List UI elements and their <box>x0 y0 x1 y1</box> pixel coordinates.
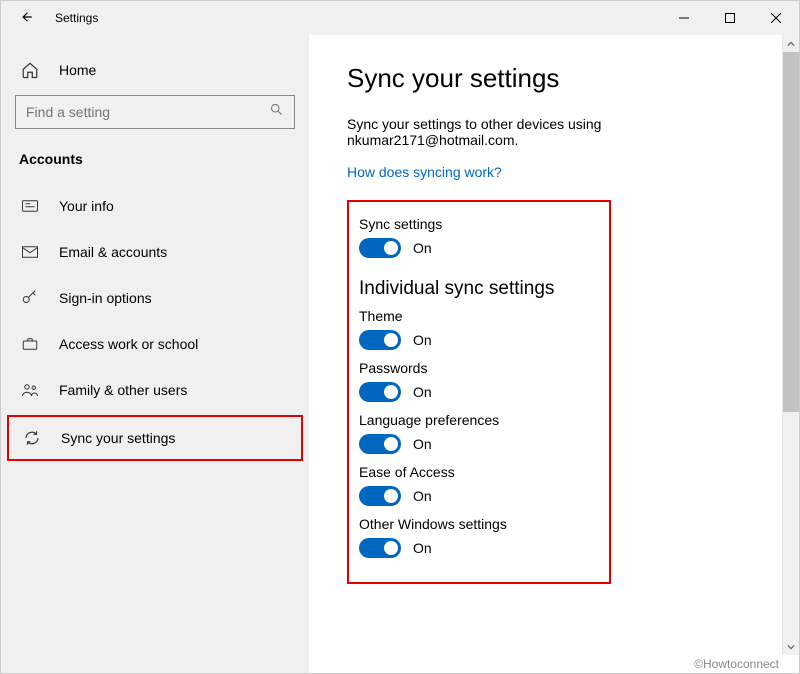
toggle-state: On <box>413 332 432 348</box>
toggle-state: On <box>413 436 432 452</box>
section-heading: Individual sync settings <box>359 278 599 300</box>
people-icon <box>19 381 41 399</box>
toggle-state: On <box>413 240 432 256</box>
page-title: Sync your settings <box>347 63 775 94</box>
close-button[interactable] <box>753 1 799 35</box>
close-icon <box>771 13 781 23</box>
briefcase-icon <box>19 335 41 353</box>
sidebar-item-family-users[interactable]: Family & other users <box>1 367 309 413</box>
window-title: Settings <box>55 11 98 25</box>
key-icon <box>19 289 41 307</box>
sidebar-item-label: Email & accounts <box>59 244 167 260</box>
sidebar-item-your-info[interactable]: Your info <box>1 183 309 229</box>
arrow-left-icon <box>20 10 34 24</box>
toggle-sync-settings[interactable] <box>359 238 401 258</box>
page-subtext: Sync your settings to other devices usin… <box>347 116 775 148</box>
help-link[interactable]: How does syncing work? <box>347 164 502 180</box>
minimize-button[interactable] <box>661 1 707 35</box>
titlebar: Settings <box>1 1 799 35</box>
watermark: ©Howtoconnect <box>694 657 779 671</box>
toggle-passwords[interactable] <box>359 382 401 402</box>
sidebar-home[interactable]: Home <box>1 51 309 89</box>
sync-icon <box>21 429 43 447</box>
sidebar-item-sign-in-options[interactable]: Sign-in options <box>1 275 309 321</box>
toggle-language[interactable] <box>359 434 401 454</box>
sidebar-item-sync-settings[interactable]: Sync your settings <box>7 415 303 461</box>
scrollbar[interactable] <box>782 35 799 655</box>
main-content: Sync your settings Sync your settings to… <box>309 35 799 673</box>
sidebar: Home Accounts Your info Email & accounts <box>1 35 309 673</box>
sidebar-home-label: Home <box>59 62 96 78</box>
sidebar-item-label: Access work or school <box>59 336 198 352</box>
sidebar-item-label: Family & other users <box>59 382 187 398</box>
sidebar-item-label: Your info <box>59 198 114 214</box>
scroll-up-arrow[interactable] <box>783 35 799 52</box>
sidebar-item-label: Sign-in options <box>59 290 152 306</box>
toggle-label-theme: Theme <box>359 308 599 324</box>
toggle-label-other-windows: Other Windows settings <box>359 516 599 532</box>
sidebar-item-access-work-school[interactable]: Access work or school <box>1 321 309 367</box>
toggle-ease-of-access[interactable] <box>359 486 401 506</box>
toggle-state: On <box>413 384 432 400</box>
search-input[interactable] <box>26 104 269 120</box>
toggle-label-ease-of-access: Ease of Access <box>359 464 599 480</box>
toggle-state: On <box>413 540 432 556</box>
maximize-button[interactable] <box>707 1 753 35</box>
maximize-icon <box>725 13 735 23</box>
toggle-other-windows[interactable] <box>359 538 401 558</box>
back-button[interactable] <box>19 10 35 27</box>
scroll-down-arrow[interactable] <box>783 638 799 655</box>
toggle-theme[interactable] <box>359 330 401 350</box>
sidebar-category: Accounts <box>1 147 309 183</box>
home-icon <box>19 61 41 79</box>
minimize-icon <box>679 13 689 23</box>
search-icon <box>269 102 284 122</box>
sync-settings-group: Sync settings On Individual sync setting… <box>347 200 611 584</box>
sync-settings-label: Sync settings <box>359 216 599 232</box>
toggle-label-language: Language preferences <box>359 412 599 428</box>
chevron-down-icon <box>787 643 795 651</box>
person-card-icon <box>19 197 41 215</box>
envelope-icon <box>19 243 41 261</box>
scroll-thumb[interactable] <box>783 52 799 412</box>
toggle-state: On <box>413 488 432 504</box>
toggle-label-passwords: Passwords <box>359 360 599 376</box>
chevron-up-icon <box>787 40 795 48</box>
sidebar-item-email-accounts[interactable]: Email & accounts <box>1 229 309 275</box>
window-controls <box>661 1 799 35</box>
sidebar-item-label: Sync your settings <box>61 430 175 446</box>
search-box[interactable] <box>15 95 295 129</box>
